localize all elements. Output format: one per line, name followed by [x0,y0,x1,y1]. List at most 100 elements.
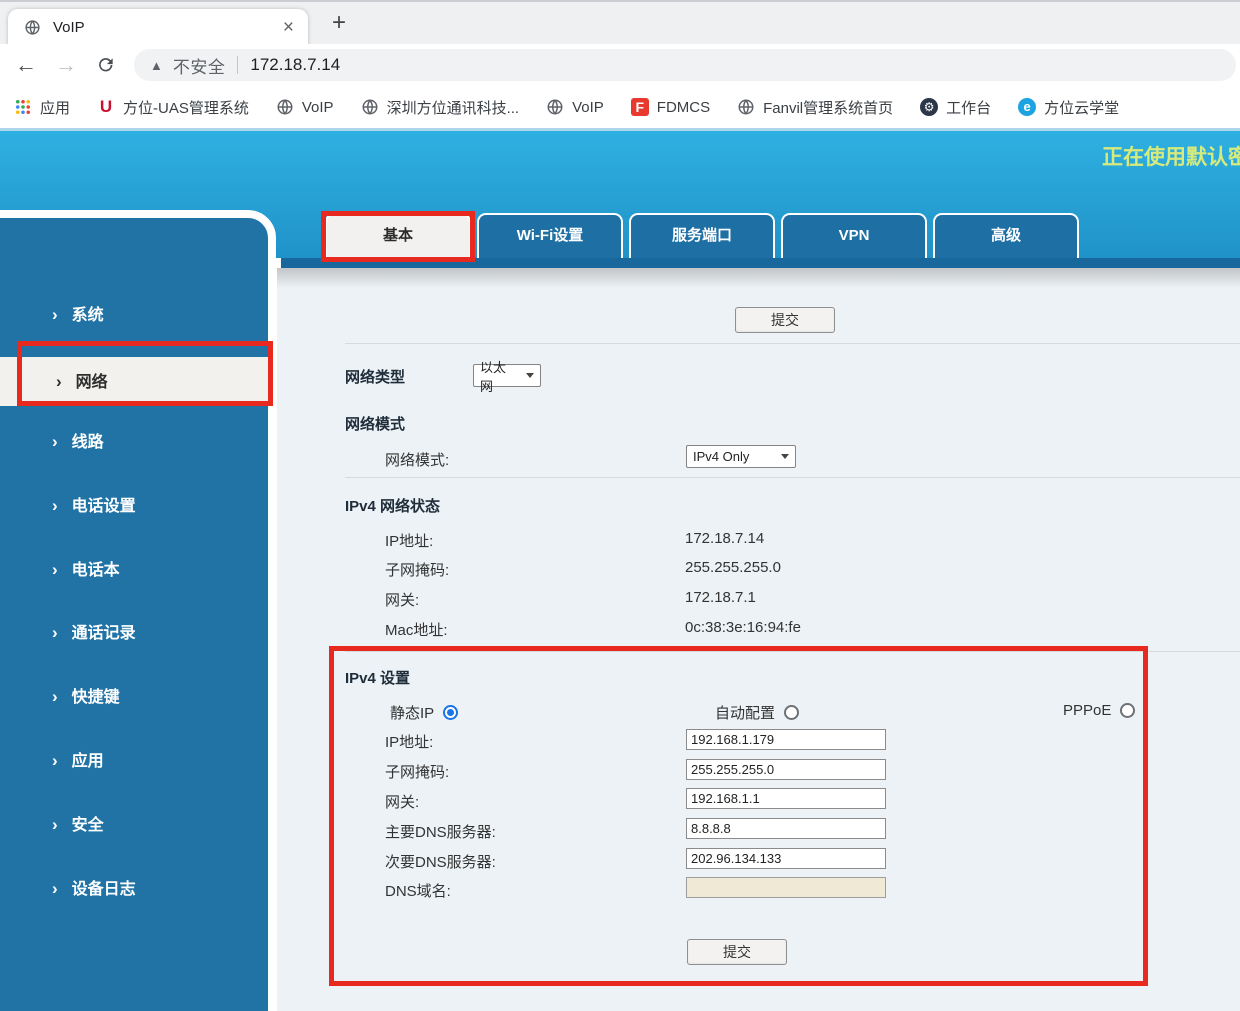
status-netmask-label: 子网掩码: [385,559,449,580]
tab-title: VoIP [53,19,279,36]
chevron-right-icon: › [52,872,58,906]
sidebar-item-label: 设备日志 [72,881,136,898]
bookmark-label: 方位-UAS管理系统 [123,97,249,118]
main-content: 提交 网络类型 以太网 网络模式 网络模式: IPv4 Only IPv4 网络… [277,268,1240,1011]
sidebar-item-line[interactable]: › 线路 [4,425,260,459]
chevron-down-icon [526,373,534,378]
network-mode-value: IPv4 Only [693,449,749,464]
network-mode-select[interactable]: IPv4 Only [686,445,796,468]
network-type-label: 网络类型 [345,366,405,387]
ipv4-status-section-title: IPv4 网络状态 [345,495,440,516]
chevron-right-icon: › [52,808,58,842]
status-gateway-label: 网关: [385,589,419,610]
submit-button-top[interactable]: 提交 [735,307,835,333]
tab-wifi-settings[interactable]: Wi-Fi设置 [477,213,623,258]
annotation-box-ipv4-settings [329,646,1148,986]
default-password-notice: 正在使用默认密码 [1102,141,1240,171]
status-mac-value: 0c:38:3e:16:94:fe [685,619,801,636]
sidebar-item-label: 电话本 [72,562,120,579]
gear-icon: ⚙ [920,98,938,116]
chevron-right-icon: › [52,744,58,778]
address-bar[interactable]: ▲ 不安全 172.18.7.14 [134,49,1236,81]
status-mac-label: Mac地址: [385,619,448,640]
reload-icon[interactable] [96,55,116,75]
annotation-box-network-item [17,341,273,406]
divider [345,477,1240,478]
new-tab-button[interactable]: + [324,8,354,38]
bookmark-label: 应用 [40,97,70,118]
u-icon: U [97,97,115,117]
forward-icon[interactable]: → [52,52,80,78]
tab-close-icon[interactable]: × [279,17,298,39]
screen: VoIP × + ← → ▲ 不安全 172.18.7.14 应用 U 方位-U… [0,0,1240,1011]
network-mode-label: 网络模式: [385,449,449,470]
bookmark-fdmcs[interactable]: F FDMCS [631,98,710,116]
network-type-select[interactable]: 以太网 [473,364,541,387]
bookmark-szfanvil[interactable]: 深圳方位通讯科技... [361,97,520,118]
chevron-right-icon: › [52,298,58,332]
sidebar-item-security[interactable]: › 安全 [4,808,260,842]
url-text[interactable]: 172.18.7.14 [250,55,340,75]
status-netmask-value: 255.255.255.0 [685,559,781,576]
chevron-right-icon: › [52,680,58,714]
status-ip-value: 172.18.7.14 [685,530,764,547]
network-type-value: 以太网 [480,357,518,395]
browser-toolbar: ← → ▲ 不安全 172.18.7.14 [0,44,1240,86]
chevron-right-icon: › [52,425,58,459]
bookmark-label: VoIP [572,99,604,116]
annotation-box-basic-tab [321,211,475,262]
sidebar-item-device-log[interactable]: › 设备日志 [4,872,260,906]
sidebar-item-label: 通话记录 [72,625,136,642]
chevron-right-icon: › [52,489,58,523]
bookmark-uas[interactable]: U 方位-UAS管理系统 [97,97,249,118]
chevron-right-icon: › [52,553,58,587]
bookmark-voip-2[interactable]: VoIP [546,98,604,116]
sidebar-item-label: 线路 [72,434,104,451]
globe-icon [737,98,755,116]
network-mode-section-title: 网络模式 [345,413,405,434]
bookmark-workbench[interactable]: ⚙ 工作台 [920,97,991,118]
globe-icon [546,98,564,116]
divider [237,56,238,74]
bookmark-label: FDMCS [657,99,710,116]
sidebar-item-application[interactable]: › 应用 [4,744,260,778]
globe-icon [361,98,379,116]
sidebar-item-phonebook[interactable]: › 电话本 [4,553,260,587]
bookmark-apps[interactable]: 应用 [14,97,70,118]
not-secure-warning-icon: ▲ [150,58,163,73]
sidebar-item-label: 系统 [72,307,104,324]
apps-grid-icon [14,98,32,116]
bookmark-voip-1[interactable]: VoIP [276,98,334,116]
bookmarks-bar: 应用 U 方位-UAS管理系统 VoIP 深圳方位通讯科技... VoIP F … [0,86,1240,128]
sidebar-item-label: 安全 [72,817,104,834]
bookmark-fanvil-admin[interactable]: Fanvil管理系统首页 [737,97,893,118]
divider [345,343,1240,344]
chevron-down-icon [781,454,789,459]
chevron-right-icon: › [52,616,58,650]
f-icon: F [631,98,649,116]
browser-tab[interactable]: VoIP × [8,9,308,46]
sidebar-item-hotkey[interactable]: › 快捷键 [4,680,260,714]
sidebar-item-system[interactable]: › 系统 [4,298,260,332]
security-label: 不安全 [173,53,226,78]
bookmark-label: 深圳方位通讯科技... [387,97,520,118]
bookmark-cloud-school[interactable]: e 方位云学堂 [1018,97,1119,118]
globe-icon [24,19,41,36]
sidebar-item-label: 快捷键 [72,689,120,706]
tab-service-port[interactable]: 服务端口 [629,213,775,258]
tab-advanced[interactable]: 高级 [933,213,1079,258]
bookmark-label: Fanvil管理系统首页 [763,97,893,118]
tab-vpn[interactable]: VPN [781,213,927,258]
bookmark-label: 方位云学堂 [1044,97,1119,118]
browser-tab-strip: VoIP × + [0,0,1240,44]
e-icon: e [1018,98,1036,116]
bookmark-label: VoIP [302,99,334,116]
globe-icon [276,98,294,116]
status-ip-label: IP地址: [385,530,433,551]
sidebar: ›系统 ›网络 ›线路 ›电话设置 ›电话本 ›通话记录 ›快捷键 ›应用 ›安… [0,210,276,1011]
sidebar-item-call-log[interactable]: › 通话记录 [4,616,260,650]
back-icon[interactable]: ← [12,52,40,78]
sidebar-item-phone-settings[interactable]: ›电话设置 [4,489,260,523]
bookmark-label: 工作台 [946,97,991,118]
sidebar-item-label: 应用 [72,753,104,770]
